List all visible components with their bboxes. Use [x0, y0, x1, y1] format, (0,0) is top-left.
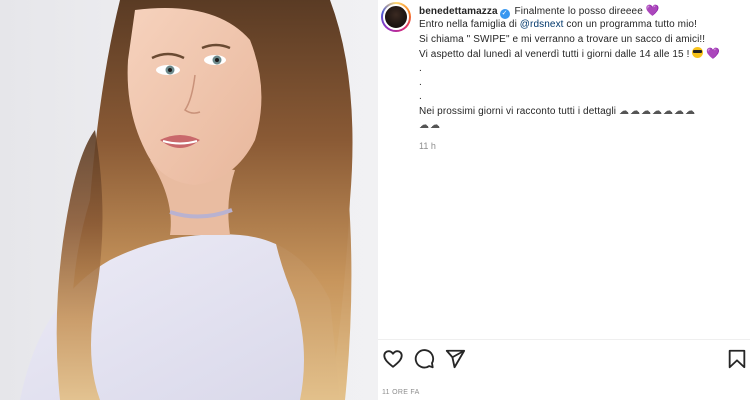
caption-text: Nei prossimi giorni vi racconto tutti i …: [419, 105, 617, 117]
caption-dot: .: [419, 62, 422, 74]
post-caption: benedettamazza ✓ Finalmente lo posso dire…: [419, 4, 749, 134]
speech-bubble-icon: [414, 349, 435, 369]
post-details-panel: benedettamazza ✓ Finalmente lo posso dire…: [378, 0, 750, 400]
paper-plane-icon: [445, 349, 466, 369]
bookmark-icon: [728, 349, 746, 369]
post-image[interactable]: [0, 0, 378, 400]
caption-line-3: Si chiama " SWIPE" e mi verranno a trova…: [419, 33, 706, 45]
caption-text: con un programma tutto mio!: [563, 19, 697, 31]
cloud-emojis: ☁☁: [419, 120, 441, 132]
caption-line-4: Vi aspetto dal lunedì al venerdì tutti i…: [419, 47, 749, 61]
divider: [378, 339, 750, 340]
caption-line-1: benedettamazza ✓ Finalmente lo posso dire…: [419, 4, 749, 19]
comment-button[interactable]: [413, 348, 435, 370]
cloud-emojis: ☁☁☁☁☁☁☁: [619, 105, 696, 117]
save-button[interactable]: [726, 348, 748, 370]
post-timestamp[interactable]: 11 ORE FA: [382, 389, 420, 396]
username-link[interactable]: benedettamazza: [419, 6, 498, 17]
caption-text: Entro nella famiglia di: [419, 19, 520, 31]
portrait-illustration: [20, 0, 353, 400]
caption-text: Finalmente lo posso direeee: [514, 6, 643, 17]
share-button[interactable]: [444, 348, 466, 370]
action-bar: [382, 348, 748, 370]
purple-heart-emoji: 💜: [645, 5, 660, 17]
caption-dot: .: [419, 76, 422, 88]
like-button[interactable]: [382, 348, 404, 370]
caption-relative-time[interactable]: 11 h: [419, 141, 436, 151]
caption-dot: .: [419, 91, 422, 103]
caption-line-5: Nei prossimi giorni vi racconto tutti i …: [419, 105, 749, 119]
caption-text: Vi aspetto dal lunedì al venerdì tutti i…: [419, 49, 690, 61]
purple-heart-emoji: 💜: [706, 48, 721, 61]
mention-link[interactable]: @rdsnext: [520, 19, 564, 30]
sunglasses-face-emoji: [692, 47, 704, 59]
heart-outline-icon: [383, 350, 403, 368]
caption-line-2: Entro nella famiglia di @rdsnext con un …: [419, 18, 749, 32]
avatar[interactable]: [381, 2, 411, 32]
avatar-image: [383, 4, 409, 30]
caption-line-6: ☁☁: [419, 119, 749, 133]
